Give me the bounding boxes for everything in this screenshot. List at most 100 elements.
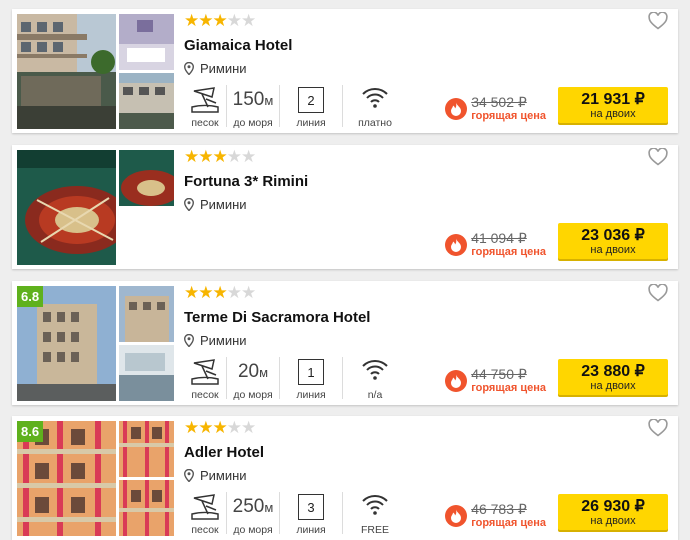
hotel-features: песок 250м до моря 3 линия FREE <box>184 492 407 536</box>
star-filled-icon: ★ <box>184 418 199 437</box>
hotel-city: Римини <box>200 197 247 212</box>
map-pin-icon <box>184 198 194 211</box>
favorite-button[interactable] <box>648 147 668 171</box>
hotel-features: песок 150м до моря 2 линия платно <box>184 85 407 129</box>
map-pin-icon <box>184 62 194 75</box>
hotel-name-link[interactable]: Fortuna 3* Rimini <box>184 173 308 190</box>
price-note: на двоих <box>590 243 636 256</box>
hot-label: горящая цена <box>471 246 546 258</box>
distance-unit: м <box>259 365 269 380</box>
price-button[interactable]: 26 930 ₽ на двоих <box>558 494 668 530</box>
favorite-button[interactable] <box>648 11 668 35</box>
beach-line: 3 линия <box>280 492 342 536</box>
price-note: на двоих <box>590 379 636 392</box>
price-value: 23 036 ₽ <box>581 226 645 244</box>
wifi-label: FREE <box>360 524 389 536</box>
hotel-card[interactable]: ★★★★★ Giamaica Hotel Римини песок 150м д… <box>12 9 678 133</box>
price-button[interactable]: 23 880 ₽ на двоих <box>558 359 668 395</box>
line-number: 3 <box>298 494 324 520</box>
old-price: 34 502 ₽ <box>471 94 527 110</box>
heart-outline-icon <box>648 283 668 302</box>
heart-outline-icon <box>648 418 668 437</box>
hotel-thumb-photo[interactable] <box>119 73 174 129</box>
star-empty-icon: ★ <box>241 283 256 302</box>
rating-badge: 8.6 <box>17 421 44 442</box>
favorite-button[interactable] <box>648 283 668 307</box>
beach-label: песок <box>191 524 219 536</box>
line-label: линия <box>296 524 326 536</box>
hotel-thumb-photo[interactable] <box>119 421 174 477</box>
hotel-main-photo[interactable] <box>17 14 116 129</box>
wifi-icon <box>362 495 388 515</box>
star-empty-icon: ★ <box>226 283 242 302</box>
heart-outline-icon <box>648 147 668 166</box>
beach-line: 2 линия <box>280 85 342 129</box>
star-rating: ★★★★★ <box>184 11 256 31</box>
hotel-list: ★★★★★ Giamaica Hotel Римини песок 150м д… <box>0 0 690 540</box>
sea-distance: 150м до моря <box>227 85 279 129</box>
hotel-main-photo[interactable] <box>17 150 116 265</box>
star-filled-icon: ★ <box>212 418 228 437</box>
wifi-icon <box>362 88 388 108</box>
wifi-info: FREE <box>343 492 407 536</box>
price-button[interactable]: 23 036 ₽ на двоих <box>558 223 668 259</box>
wifi-label: n/a <box>367 389 383 401</box>
hotel-card[interactable]: ★★★★★ Fortuna 3* Rimini Римини 41 094 ₽ … <box>12 145 678 269</box>
price-note: на двоих <box>590 107 636 120</box>
hotel-name-link[interactable]: Adler Hotel <box>184 444 264 461</box>
hot-label: горящая цена <box>471 110 546 122</box>
price-value: 26 930 ₽ <box>581 497 645 515</box>
flame-icon <box>445 369 468 392</box>
star-filled-icon: ★ <box>198 11 213 30</box>
hotel-thumb-photo[interactable] <box>119 286 174 342</box>
star-empty-icon: ★ <box>226 11 242 30</box>
distance-unit: м <box>264 500 274 515</box>
hot-label: горящая цена <box>471 517 546 529</box>
hotel-city: Римини <box>200 61 247 76</box>
hotel-card[interactable]: 6.8 ★★★★★ Terme Di Sacramora Hotel Римин… <box>12 281 678 405</box>
hot-price: 46 783 ₽ горящая цена <box>445 501 546 530</box>
star-empty-icon: ★ <box>241 11 256 30</box>
beach-type: песок <box>184 357 226 401</box>
old-price: 44 750 ₽ <box>471 366 527 382</box>
hotel-name-link[interactable]: Terme Di Sacramora Hotel <box>184 309 370 326</box>
hotel-features: песок 20м до моря 1 линия n/a <box>184 357 407 401</box>
hotel-location: Римини <box>184 468 247 483</box>
line-label: линия <box>296 389 326 401</box>
beach-label: песок <box>191 389 219 401</box>
distance-label: до моря <box>233 524 273 536</box>
hotel-name-link[interactable]: Giamaica Hotel <box>184 37 292 54</box>
distance-value: 250 <box>232 496 265 517</box>
star-filled-icon: ★ <box>184 283 199 302</box>
map-pin-icon <box>184 334 194 347</box>
favorite-button[interactable] <box>648 418 668 442</box>
star-empty-icon: ★ <box>241 418 256 437</box>
hot-price: 41 094 ₽ горящая цена <box>445 230 546 259</box>
beach-type: песок <box>184 492 226 536</box>
distance-unit: м <box>264 93 274 108</box>
price-value: 23 880 ₽ <box>581 362 645 380</box>
hotel-thumb-photo[interactable] <box>119 345 174 401</box>
hotel-thumb-photo[interactable] <box>119 150 174 206</box>
wifi-icon <box>362 360 388 380</box>
beach-type: песок <box>184 85 226 129</box>
star-filled-icon: ★ <box>212 147 228 166</box>
star-filled-icon: ★ <box>212 283 228 302</box>
hot-price: 44 750 ₽ горящая цена <box>445 366 546 395</box>
beach-label: песок <box>191 117 219 129</box>
hotel-card[interactable]: 8.6 ★★★★★ Adler Hotel Римини песок 250м … <box>12 416 678 540</box>
price-note: на двоих <box>590 514 636 527</box>
star-filled-icon: ★ <box>198 418 213 437</box>
price-button[interactable]: 21 931 ₽ на двоих <box>558 87 668 123</box>
hotel-thumb-photo[interactable] <box>119 480 174 536</box>
star-rating: ★★★★★ <box>184 418 256 438</box>
hotel-thumb-photo[interactable] <box>119 14 174 70</box>
wifi-info: n/a <box>343 357 407 401</box>
star-empty-icon: ★ <box>241 147 256 166</box>
distance-value: 150 <box>232 89 265 110</box>
star-filled-icon: ★ <box>198 283 213 302</box>
distance-label: до моря <box>233 117 273 129</box>
hotel-location: Римини <box>184 333 247 348</box>
hotel-location: Римини <box>184 61 247 76</box>
star-filled-icon: ★ <box>184 11 199 30</box>
